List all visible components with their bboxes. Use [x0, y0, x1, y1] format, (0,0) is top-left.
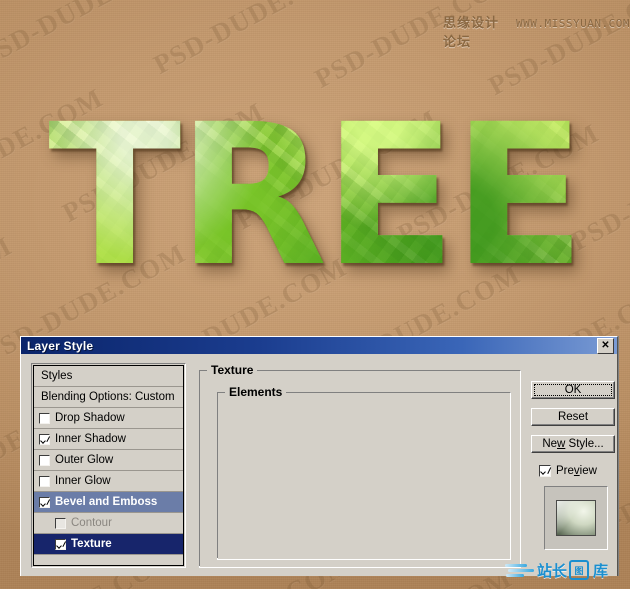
sidebar-item-label: Inner Glow	[55, 475, 111, 487]
sidebar-item-label: Drop Shadow	[55, 412, 125, 424]
swoosh-icon	[505, 561, 535, 579]
site-logo-suffix: 库	[593, 561, 609, 580]
layer-style-dialog: Layer Style ✕ Styles Blending Options: C…	[20, 336, 618, 576]
forum-watermark: 思缘设计论坛 WWW.MISSYUAN.COM	[443, 12, 630, 50]
reset-button[interactable]: Reset	[531, 408, 615, 426]
sidebar-item-contour[interactable]: Contour	[34, 513, 183, 534]
forum-watermark-chinese: 思缘设计论坛	[443, 16, 500, 50]
style-preview-thumbnail	[556, 500, 596, 536]
texture-settings-group: Texture Elements	[199, 362, 521, 568]
sidebar-item-label: Bevel and Emboss	[55, 496, 158, 508]
sidebar-item-inner-glow[interactable]: Inner Glow	[34, 471, 183, 492]
site-logo-badge: 图	[569, 560, 590, 580]
preview-label: Preview	[556, 465, 597, 477]
checkbox-unchecked-icon[interactable]	[39, 412, 50, 424]
sidebar-item-label: Texture	[71, 538, 112, 550]
ok-button-label: OK	[564, 384, 582, 396]
sidebar-item-bevel-and-emboss[interactable]: Bevel and Emboss	[34, 492, 183, 513]
checkbox-checked-icon[interactable]	[55, 538, 66, 550]
checkbox-unchecked-icon[interactable]	[39, 454, 50, 466]
sidebar-item-outer-glow[interactable]: Outer Glow	[34, 450, 183, 471]
styles-list-inner: Styles Blending Options: Custom Drop Sha…	[33, 365, 184, 566]
elements-group-title: Elements	[225, 385, 287, 399]
sidebar-item-label: Styles	[41, 370, 73, 382]
new-style-button[interactable]: New Style...	[531, 435, 615, 453]
sidebar-item-label: Blending Options: Custom	[41, 391, 175, 403]
dialog-body: Styles Blending Options: Custom Drop Sha…	[21, 354, 617, 576]
sidebar-item-drop-shadow[interactable]: Drop Shadow	[34, 408, 183, 429]
style-preview-thumbnail-frame	[544, 486, 608, 550]
dialog-title-bar[interactable]: Layer Style ✕	[21, 337, 617, 354]
sidebar-item-texture[interactable]: Texture	[34, 534, 183, 555]
site-logo-text: 站长	[537, 561, 568, 580]
dialog-title: Layer Style	[27, 338, 94, 353]
headline-wrapper: TREE	[0, 96, 630, 326]
checkbox-checked-icon[interactable]	[539, 465, 551, 477]
close-icon[interactable]: ✕	[597, 337, 614, 354]
elements-group-frame	[217, 392, 511, 560]
sidebar-item-blending-options[interactable]: Blending Options: Custom	[34, 387, 183, 408]
leafy-tree-headline: TREE	[48, 82, 582, 309]
checkbox-checked-icon[interactable]	[39, 496, 50, 508]
new-style-button-label: New Style...	[542, 438, 604, 450]
preview-checkbox-row[interactable]: Preview	[539, 465, 597, 477]
watermark-text: PSD-DUDE.COM	[148, 0, 361, 80]
sidebar-item-label: Outer Glow	[55, 454, 114, 466]
sidebar-item-label: Inner Shadow	[55, 433, 126, 445]
ok-button[interactable]: OK	[531, 381, 615, 399]
checkbox-unchecked-icon[interactable]	[55, 517, 66, 529]
sidebar-item-label: Contour	[71, 517, 112, 529]
sidebar-item-inner-shadow[interactable]: Inner Shadow	[34, 429, 183, 450]
styles-list-panel: Styles Blending Options: Custom Drop Sha…	[31, 363, 186, 568]
watermark-text: PSD-DUDE.COM	[0, 0, 187, 73]
texture-group-title: Texture	[207, 363, 258, 377]
site-logo: 站长 图 库	[505, 558, 617, 582]
checkbox-unchecked-icon[interactable]	[39, 475, 50, 487]
forum-watermark-url: WWW.MISSYUAN.COM	[516, 17, 630, 30]
dialog-actions: OK Reset New Style... Preview	[531, 362, 615, 568]
checkbox-checked-icon[interactable]	[39, 433, 50, 445]
sidebar-item-styles[interactable]: Styles	[34, 366, 183, 387]
